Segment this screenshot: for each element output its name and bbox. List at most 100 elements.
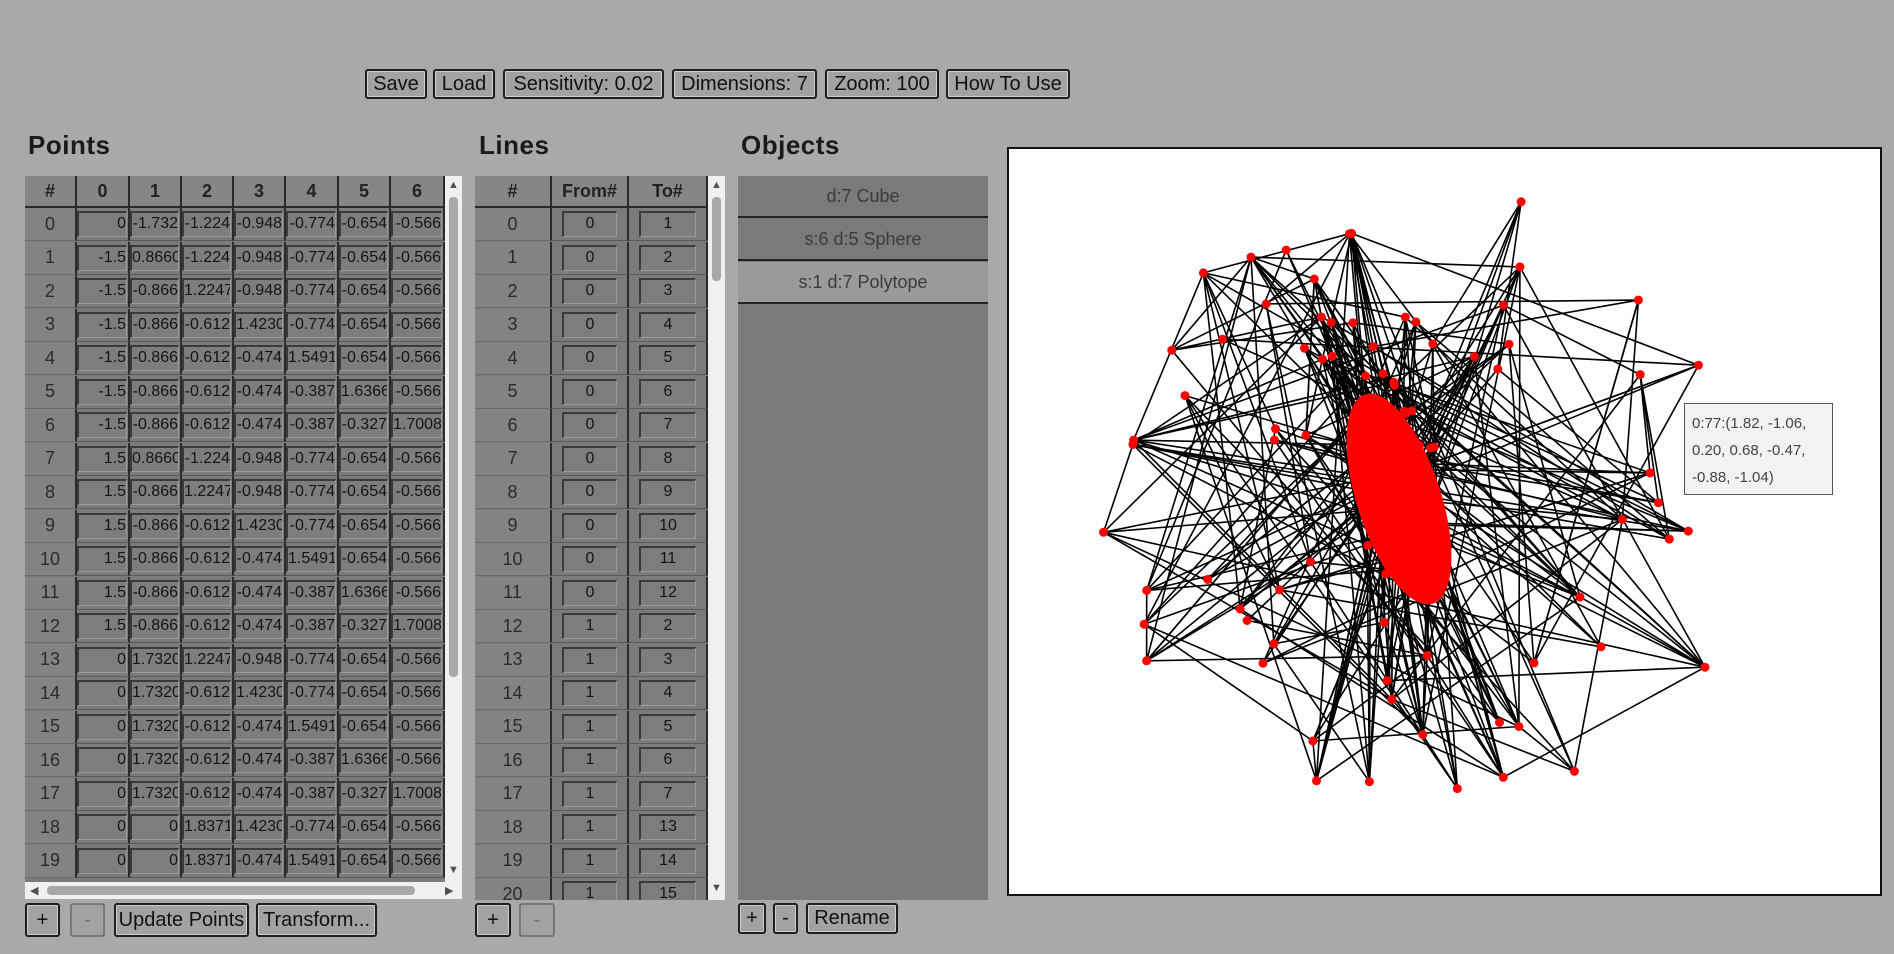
- point-coordinate-input[interactable]: -0.566: [391, 378, 442, 405]
- point-coordinate-input[interactable]: 0: [77, 211, 127, 237]
- how-to-use-button[interactable]: How To Use: [946, 69, 1070, 99]
- wireframe-vertex[interactable]: [1371, 491, 1381, 501]
- line-to-input[interactable]: 7: [639, 780, 696, 807]
- point-coordinate-input[interactable]: -0.612: [182, 378, 231, 405]
- wireframe-vertex[interactable]: [1400, 312, 1410, 322]
- point-coordinate-input[interactable]: -0.387: [286, 579, 336, 606]
- wireframe-vertex[interactable]: [1364, 777, 1374, 787]
- point-coordinate-input[interactable]: 0.8660: [130, 445, 179, 472]
- point-coordinate-input[interactable]: -0.866: [130, 579, 179, 606]
- wireframe-vertex[interactable]: [1403, 583, 1413, 593]
- scroll-down-arrow-icon[interactable]: ▼: [448, 864, 459, 876]
- point-coordinate-input[interactable]: -0.654: [339, 211, 388, 237]
- wireframe-vertex[interactable]: [1569, 766, 1579, 776]
- wireframe-vertex[interactable]: [1382, 517, 1392, 527]
- wireframe-vertex[interactable]: [1377, 542, 1387, 551]
- point-coordinate-input[interactable]: -0.866: [130, 311, 179, 338]
- line-from-input[interactable]: 1: [562, 747, 617, 773]
- wireframe-vertex[interactable]: [1384, 565, 1394, 575]
- point-coordinate-input[interactable]: 1.4230: [234, 512, 283, 539]
- point-coordinate-input[interactable]: 0: [77, 814, 127, 840]
- wireframe-vertex[interactable]: [1529, 658, 1539, 668]
- wireframe-vertex[interactable]: [1275, 585, 1285, 595]
- point-coordinate-input[interactable]: 1.5: [77, 512, 127, 539]
- point-coordinate-input[interactable]: 0: [77, 680, 127, 706]
- point-coordinate-input[interactable]: -0.654: [339, 278, 388, 304]
- point-coordinate-input[interactable]: -0.612: [182, 345, 231, 371]
- wireframe-vertex[interactable]: [1452, 784, 1462, 794]
- point-coordinate-input[interactable]: -0.612: [182, 780, 231, 807]
- line-to-input[interactable]: 1: [639, 211, 696, 237]
- wireframe-vertex[interactable]: [1694, 360, 1703, 370]
- add-line-button[interactable]: +: [475, 903, 511, 937]
- wireframe-render[interactable]: [1009, 149, 1880, 894]
- points-vertical-scrollbar[interactable]: ▲ ▼: [445, 176, 462, 882]
- point-coordinate-input[interactable]: -0.948: [234, 445, 283, 472]
- line-to-input[interactable]: 10: [639, 512, 696, 539]
- transform-button[interactable]: Transform...: [256, 903, 377, 937]
- wireframe-vertex[interactable]: [1406, 480, 1416, 489]
- point-coordinate-input[interactable]: -0.774: [286, 278, 336, 304]
- point-coordinate-input[interactable]: -0.474: [234, 713, 283, 740]
- line-to-input[interactable]: 4: [639, 680, 696, 706]
- point-coordinate-input[interactable]: -0.654: [339, 512, 388, 539]
- wireframe-vertex[interactable]: [1366, 472, 1375, 482]
- wireframe-vertex[interactable]: [1203, 574, 1213, 584]
- points-hscroll-thumb[interactable]: [47, 886, 415, 895]
- line-to-input[interactable]: 9: [639, 479, 696, 505]
- wireframe-vertex[interactable]: [1633, 295, 1643, 305]
- point-coordinate-input[interactable]: 1.7008: [391, 412, 442, 438]
- line-from-input[interactable]: 1: [562, 613, 617, 639]
- scroll-left-arrow-icon[interactable]: ◀: [30, 885, 38, 897]
- point-coordinate-input[interactable]: -0.654: [339, 680, 388, 706]
- point-coordinate-input[interactable]: 1.7320: [130, 713, 179, 740]
- line-to-input[interactable]: 3: [639, 278, 696, 304]
- wireframe-vertex[interactable]: [1242, 616, 1252, 625]
- wireframe-vertex[interactable]: [1388, 503, 1398, 513]
- wireframe-vertex[interactable]: [1415, 440, 1424, 450]
- point-coordinate-input[interactable]: 1.2247: [182, 646, 231, 673]
- wireframe-vertex[interactable]: [1411, 317, 1421, 327]
- line-from-input[interactable]: 0: [562, 445, 617, 472]
- point-coordinate-input[interactable]: -0.474: [234, 613, 283, 639]
- wireframe-vertex[interactable]: [1372, 499, 1382, 509]
- viewport-canvas[interactable]: [1007, 147, 1882, 896]
- point-coordinate-input[interactable]: -0.474: [234, 378, 283, 405]
- lines-scroll-thumb[interactable]: [712, 197, 721, 281]
- line-from-input[interactable]: 1: [562, 646, 617, 673]
- rename-object-button[interactable]: Rename: [806, 903, 898, 934]
- wireframe-vertex[interactable]: [1129, 435, 1139, 445]
- line-to-input[interactable]: 15: [639, 881, 696, 900]
- line-to-input[interactable]: 11: [639, 546, 696, 572]
- point-coordinate-input[interactable]: -0.474: [234, 579, 283, 606]
- wireframe-vertex[interactable]: [1312, 776, 1321, 786]
- wireframe-vertex[interactable]: [1317, 354, 1327, 364]
- point-coordinate-input[interactable]: -0.654: [339, 646, 388, 673]
- point-coordinate-input[interactable]: -0.612: [182, 311, 231, 338]
- wireframe-vertex[interactable]: [1348, 318, 1358, 328]
- point-coordinate-input[interactable]: -0.566: [391, 345, 442, 371]
- point-coordinate-input[interactable]: 1.6366: [339, 378, 388, 405]
- wireframe-vertex[interactable]: [1142, 656, 1152, 666]
- wireframe-vertex[interactable]: [1400, 459, 1410, 469]
- point-coordinate-input[interactable]: -0.654: [339, 814, 388, 840]
- point-coordinate-input[interactable]: 0: [77, 747, 127, 773]
- wireframe-vertex[interactable]: [1617, 514, 1627, 524]
- wireframe-vertex[interactable]: [1306, 557, 1315, 567]
- wireframe-vertex[interactable]: [1316, 312, 1326, 322]
- wireframe-vertex[interactable]: [1407, 524, 1417, 533]
- point-coordinate-input[interactable]: -0.866: [130, 613, 179, 639]
- wireframe-vertex[interactable]: [1378, 457, 1388, 467]
- update-points-button[interactable]: Update Points: [114, 903, 249, 937]
- point-coordinate-input[interactable]: 1.5: [77, 613, 127, 639]
- point-coordinate-input[interactable]: -0.327: [339, 412, 388, 438]
- point-coordinate-input[interactable]: -0.387: [286, 378, 336, 405]
- line-from-input[interactable]: 0: [562, 378, 617, 405]
- wireframe-vertex[interactable]: [1401, 408, 1410, 418]
- point-coordinate-input[interactable]: -0.566: [391, 546, 442, 572]
- point-coordinate-input[interactable]: -1.5: [77, 412, 127, 438]
- wireframe-vertex[interactable]: [1361, 399, 1371, 409]
- wireframe-vertex[interactable]: [1428, 339, 1438, 349]
- line-from-input[interactable]: 1: [562, 680, 617, 706]
- line-to-input[interactable]: 7: [639, 412, 696, 438]
